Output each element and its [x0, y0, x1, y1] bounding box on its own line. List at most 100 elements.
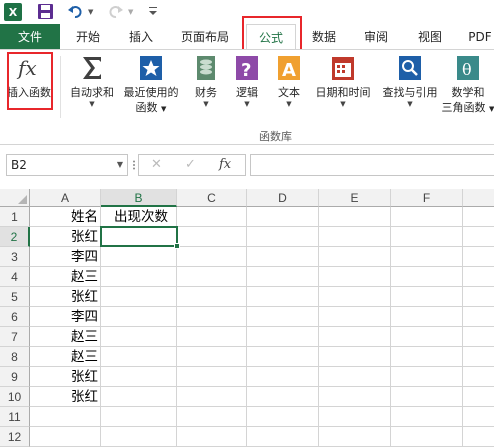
cell-a8[interactable]: 赵三 — [30, 347, 101, 367]
cell-g11[interactable] — [463, 407, 494, 427]
cell-b4[interactable] — [101, 267, 177, 287]
cell-e9[interactable] — [319, 367, 391, 387]
row-header-12[interactable]: 12 — [0, 427, 30, 447]
cell-g10[interactable] — [463, 387, 494, 407]
undo-icon[interactable] — [67, 3, 84, 20]
cell-a9[interactable]: 张红 — [30, 367, 101, 387]
cell-a7[interactable]: 赵三 — [30, 327, 101, 347]
cell-a10[interactable]: 张红 — [30, 387, 101, 407]
formula-input[interactable] — [250, 154, 494, 176]
cell-g3[interactable] — [463, 247, 494, 267]
cell-a5[interactable]: 张红 — [30, 287, 101, 307]
cell-b7[interactable] — [101, 327, 177, 347]
tab-view[interactable]: 视图 — [404, 24, 456, 50]
cell-c10[interactable] — [177, 387, 247, 407]
row-header-9[interactable]: 9 — [0, 367, 30, 387]
cell-g8[interactable] — [463, 347, 494, 367]
cell-b6[interactable] — [101, 307, 177, 327]
cell-b11[interactable] — [101, 407, 177, 427]
cell-e12[interactable] — [319, 427, 391, 447]
row-header-2[interactable]: 2 — [0, 227, 30, 247]
cell-d3[interactable] — [247, 247, 319, 267]
insert-function-fx-icon[interactable]: fx — [219, 157, 231, 172]
cell-d2[interactable] — [247, 227, 319, 247]
cell-d9[interactable] — [247, 367, 319, 387]
select-all-button[interactable] — [0, 189, 30, 207]
cell-f4[interactable] — [391, 267, 463, 287]
cell-f1[interactable] — [391, 207, 463, 227]
cell-a12[interactable] — [30, 427, 101, 447]
cell-c12[interactable] — [177, 427, 247, 447]
cell-g5[interactable] — [463, 287, 494, 307]
cell-f2[interactable] — [391, 227, 463, 247]
cell-f5[interactable] — [391, 287, 463, 307]
tab-insert[interactable]: 插入 — [116, 24, 166, 50]
column-header-c[interactable]: C — [177, 189, 247, 207]
cell-d7[interactable] — [247, 327, 319, 347]
cell-b10[interactable] — [101, 387, 177, 407]
cell-d5[interactable] — [247, 287, 319, 307]
more-dots-icon[interactable] — [132, 160, 136, 170]
recently-used-button[interactable]: 最近使用的 函数 ▼ — [118, 54, 184, 117]
cell-e6[interactable] — [319, 307, 391, 327]
save-icon[interactable] — [37, 3, 54, 20]
row-header-11[interactable]: 11 — [0, 407, 30, 427]
tab-pdf[interactable]: PDF — [460, 24, 494, 50]
enter-check-icon[interactable]: ✓ — [185, 157, 196, 172]
cell-c7[interactable] — [177, 327, 247, 347]
cell-d8[interactable] — [247, 347, 319, 367]
column-header-f[interactable]: F — [391, 189, 463, 207]
cell-f3[interactable] — [391, 247, 463, 267]
cell-g9[interactable] — [463, 367, 494, 387]
cell-d10[interactable] — [247, 387, 319, 407]
cell-a11[interactable] — [30, 407, 101, 427]
cell-g12[interactable] — [463, 427, 494, 447]
cell-c6[interactable] — [177, 307, 247, 327]
text-button[interactable]: A 文本 ▼ — [272, 54, 306, 109]
cell-c5[interactable] — [177, 287, 247, 307]
name-box[interactable]: B2 ▼ — [6, 154, 128, 176]
cell-e3[interactable] — [319, 247, 391, 267]
financial-button[interactable]: 财务 ▼ — [188, 54, 224, 109]
cell-f9[interactable] — [391, 367, 463, 387]
cell-b1[interactable]: 出现次数 — [101, 207, 177, 227]
row-header-5[interactable]: 5 — [0, 287, 30, 307]
autosum-button[interactable]: 自动求和 ▼ — [64, 54, 120, 109]
cell-d12[interactable] — [247, 427, 319, 447]
cell-a4[interactable]: 赵三 — [30, 267, 101, 287]
cell-d6[interactable] — [247, 307, 319, 327]
cell-c8[interactable] — [177, 347, 247, 367]
column-header-d[interactable]: D — [247, 189, 319, 207]
cell-f11[interactable] — [391, 407, 463, 427]
row-header-6[interactable]: 6 — [0, 307, 30, 327]
tab-data[interactable]: 数据 — [300, 24, 348, 50]
cell-f10[interactable] — [391, 387, 463, 407]
cell-c1[interactable] — [177, 207, 247, 227]
cell-a3[interactable]: 李四 — [30, 247, 101, 267]
cell-a1[interactable]: 姓名 — [30, 207, 101, 227]
row-header-1[interactable]: 1 — [0, 207, 30, 227]
row-header-4[interactable]: 4 — [0, 267, 30, 287]
cell-a6[interactable]: 李四 — [30, 307, 101, 327]
cell-c2[interactable] — [177, 227, 247, 247]
cell-a2[interactable]: 张红 — [30, 227, 101, 247]
tab-file[interactable]: 文件 — [0, 24, 60, 50]
undo-dropdown-icon[interactable]: ▼ — [88, 8, 93, 16]
cancel-icon[interactable]: ✕ — [151, 157, 162, 172]
math-trig-button[interactable]: θ 数学和 三角函数 ▼ — [440, 54, 494, 117]
cell-g4[interactable] — [463, 267, 494, 287]
cell-e7[interactable] — [319, 327, 391, 347]
cell-f6[interactable] — [391, 307, 463, 327]
row-header-7[interactable]: 7 — [0, 327, 30, 347]
cell-g1[interactable] — [463, 207, 494, 227]
cell-e4[interactable] — [319, 267, 391, 287]
column-header-a[interactable]: A — [30, 189, 101, 207]
cell-c4[interactable] — [177, 267, 247, 287]
cell-f12[interactable] — [391, 427, 463, 447]
row-header-3[interactable]: 3 — [0, 247, 30, 267]
tab-home[interactable]: 开始 — [64, 24, 112, 50]
row-header-10[interactable]: 10 — [0, 387, 30, 407]
cell-g2[interactable] — [463, 227, 494, 247]
lookup-reference-button[interactable]: 查找与引用 ▼ — [378, 54, 442, 109]
tab-review[interactable]: 审阅 — [352, 24, 400, 50]
